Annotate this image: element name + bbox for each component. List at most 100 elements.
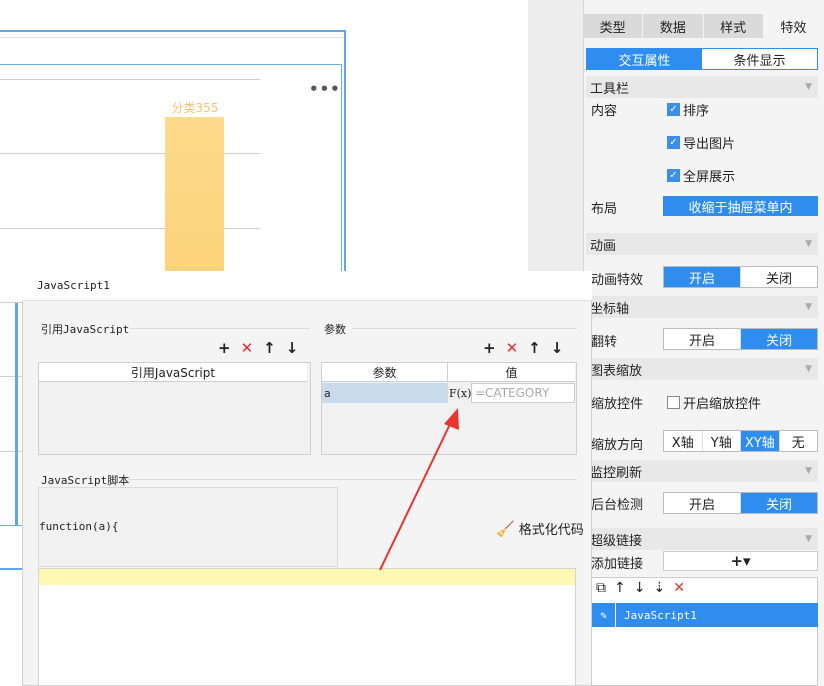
zoom-y[interactable]: Y轴 (702, 431, 741, 451)
zoom-control-label: 缩放控件 (591, 397, 644, 412)
flip-label: 翻转 (591, 335, 618, 350)
arrow-shaft (379, 419, 453, 571)
effects-subtabs: 交互属性 条件显示 (586, 48, 818, 70)
checkbox-unchecked-icon[interactable] (667, 396, 680, 409)
layout-select[interactable]: 收缩于抽屉菜单内 (663, 196, 818, 216)
zoom-none[interactable]: 无 (779, 431, 817, 451)
chart-header-divider (0, 37, 344, 38)
param-column-header: 参数 (322, 363, 448, 382)
zoom-direction-toggle: X轴 Y轴 XY轴 无 (663, 430, 818, 452)
gridline (0, 79, 260, 80)
copy-icon[interactable]: ⧉ (596, 580, 606, 596)
collapse-icon[interactable]: ▼ (805, 364, 812, 374)
subtab-conditional-display[interactable]: 条件显示 (702, 49, 817, 69)
ref-js-group-label: 引用JavaScript (41, 323, 130, 336)
section-title: 工具栏 (590, 81, 630, 97)
section-title: 动画 (590, 238, 617, 254)
check-label: 全屏展示 (683, 170, 736, 185)
move-down-icon[interactable]: ↓ (551, 339, 564, 357)
broom-icon: 🧹 (496, 519, 515, 538)
tab-style[interactable]: 样式 (703, 14, 764, 38)
add-link-button[interactable]: +▾ (663, 551, 818, 571)
collapse-icon[interactable]: ▼ (805, 82, 812, 92)
tab-type[interactable]: 类型 (583, 14, 644, 38)
param-value-input[interactable]: =CATEGORY (471, 383, 575, 403)
check-sort[interactable]: ✓ 排序 (667, 100, 709, 119)
script-editor[interactable] (38, 568, 576, 686)
animation-label: 动画特效 (591, 273, 644, 288)
collapse-icon[interactable]: ▼ (805, 534, 812, 544)
toggle-off[interactable]: 关闭 (741, 267, 817, 287)
add-icon[interactable]: + (483, 339, 496, 357)
group-divider (128, 479, 577, 480)
chart-bar[interactable] (165, 117, 224, 277)
subtab-interaction[interactable]: 交互属性 (587, 49, 702, 69)
zoom-direction-label: 缩放方向 (591, 438, 644, 453)
value-column-header: 值 (448, 363, 575, 382)
bg-detect-toggle: 开启 关闭 (663, 492, 818, 514)
collapse-icon[interactable]: ▼ (805, 239, 812, 249)
move-up-icon[interactable]: ↑ (528, 339, 541, 357)
check-label: 排序 (683, 104, 710, 119)
move-down-icon[interactable]: ↓ (286, 339, 299, 357)
gridline (0, 376, 22, 377)
ref-js-column-header: 引用JavaScript (39, 363, 307, 382)
format-code-button[interactable]: 🧹 格式化代码 (496, 519, 584, 539)
layout-label: 布局 (591, 202, 618, 217)
section-hyperlink[interactable]: 超级链接 ▼ (586, 528, 818, 550)
delete-icon[interactable]: ✕ (506, 339, 519, 357)
tab-data[interactable]: 数据 (643, 14, 704, 38)
dialog-title: JavaScript1 (22, 271, 592, 301)
zoom-xy[interactable]: XY轴 (741, 431, 780, 451)
delete-icon[interactable]: ✕ (673, 580, 685, 596)
arrow-head (444, 408, 459, 430)
link-item[interactable]: ✎ JavaScript1 (592, 603, 818, 627)
gridline (0, 302, 22, 303)
checkbox-checked-icon[interactable]: ✓ (667, 136, 680, 149)
check-zoom-control[interactable]: 开启缩放控件 (667, 393, 761, 412)
more-options-icon[interactable]: ••• (309, 80, 340, 98)
group-divider (130, 328, 310, 329)
toggle-off[interactable]: 关闭 (741, 329, 817, 349)
gridline (0, 451, 22, 452)
toggle-on[interactable]: 开启 (664, 329, 741, 349)
move-down-icon[interactable]: ↓ (634, 580, 646, 596)
checkbox-checked-icon[interactable]: ✓ (667, 103, 680, 116)
tab-effects[interactable]: 特效 (763, 14, 824, 38)
section-monitor[interactable]: 监控刷新 ▼ (586, 460, 818, 482)
pencil-icon[interactable]: ✎ (592, 603, 616, 627)
move-up-icon[interactable]: ↑ (263, 339, 276, 357)
move-bottom-icon[interactable]: ⇣ (653, 580, 665, 596)
script-group-label: JavaScript脚本 (41, 474, 130, 487)
toggle-on[interactable]: 开启 (664, 493, 741, 513)
content-label: 内容 (591, 104, 618, 119)
add-icon[interactable]: + (218, 339, 231, 357)
toggle-on[interactable]: 开启 (664, 267, 741, 287)
section-zoom[interactable]: 图表缩放 ▼ (586, 358, 818, 380)
animation-toggle: 开启 关闭 (663, 266, 818, 288)
section-toolbar[interactable]: 工具栏 ▼ (586, 76, 818, 98)
delete-icon[interactable]: ✕ (241, 339, 254, 357)
toggle-off[interactable]: 关闭 (741, 493, 817, 513)
bar-data-label: 分类355 (171, 101, 219, 115)
move-up-icon[interactable]: ↑ (614, 580, 626, 596)
params-toolbar: + ✕ ↑ ↓ (483, 339, 563, 357)
group-divider (352, 328, 577, 329)
collapse-icon[interactable]: ▼ (805, 302, 812, 312)
link-item-label: JavaScript1 (624, 608, 697, 622)
section-title: 超级链接 (590, 533, 643, 549)
checkbox-checked-icon[interactable]: ✓ (667, 169, 680, 182)
section-animation[interactable]: 动画 ▼ (586, 233, 818, 255)
current-line-highlight (39, 569, 575, 585)
section-title: 图表缩放 (590, 363, 643, 379)
params-group-label: 参数 (324, 323, 346, 336)
flip-toggle: 开启 关闭 (663, 328, 818, 350)
ref-js-toolbar: + ✕ ↑ ↓ (218, 339, 298, 357)
annotation-arrow (379, 408, 459, 571)
zoom-x[interactable]: X轴 (664, 431, 703, 451)
collapse-icon[interactable]: ▼ (805, 466, 812, 476)
check-export-image[interactable]: ✓ 导出图片 (667, 133, 735, 152)
check-fullscreen[interactable]: ✓ 全屏展示 (667, 166, 735, 185)
script-function-signature: function(a){ (39, 520, 119, 533)
section-axis[interactable]: 坐标轴 ▼ (586, 296, 818, 318)
